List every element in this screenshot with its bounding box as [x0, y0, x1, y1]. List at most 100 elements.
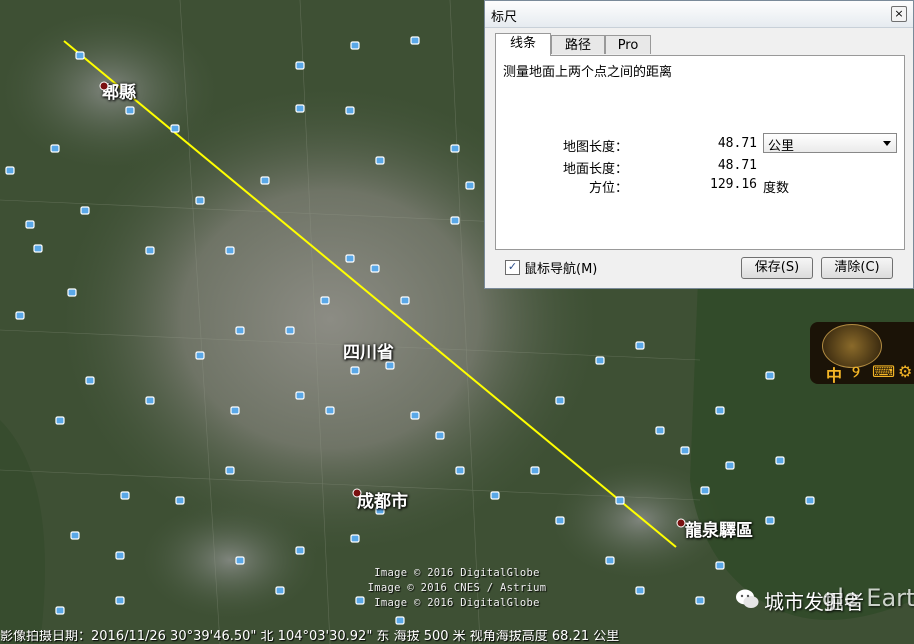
photo-marker-icon[interactable] — [635, 341, 645, 350]
photo-marker-icon[interactable] — [85, 376, 95, 385]
copyright-line-1: Image © 2016 DigitalGlobe — [374, 567, 540, 579]
photo-marker-icon[interactable] — [260, 176, 270, 185]
photo-marker-icon[interactable] — [555, 396, 565, 405]
tab-line[interactable]: 线条 — [495, 33, 551, 56]
clear-button[interactable]: 清除(C) — [821, 257, 893, 279]
photo-marker-icon[interactable] — [67, 288, 77, 297]
photo-marker-icon[interactable] — [595, 356, 605, 365]
photo-marker-icon[interactable] — [775, 456, 785, 465]
photo-marker-icon[interactable] — [70, 531, 80, 540]
photo-marker-icon[interactable] — [385, 361, 395, 370]
photo-marker-icon[interactable] — [145, 246, 155, 255]
photo-marker-icon[interactable] — [295, 391, 305, 400]
photo-marker-icon[interactable] — [410, 411, 420, 420]
tab-pro[interactable]: Pro — [605, 35, 651, 54]
photo-marker-icon[interactable] — [375, 156, 385, 165]
photo-marker-icon[interactable] — [655, 426, 665, 435]
ground-length-label: 地面长度： — [562, 162, 628, 177]
photo-marker-icon[interactable] — [55, 416, 65, 425]
punctuation-icon[interactable]: ୨ — [852, 362, 860, 382]
photo-marker-icon[interactable] — [115, 551, 125, 560]
photo-marker-icon[interactable] — [230, 406, 240, 415]
heading-unit: 度数 — [763, 181, 790, 196]
unit-select-value: 公里 — [768, 139, 795, 154]
photo-marker-icon[interactable] — [765, 516, 775, 525]
keyboard-icon[interactable]: ⌨ — [872, 362, 895, 381]
photo-marker-icon[interactable] — [33, 244, 43, 253]
heading-label: 方位： — [588, 181, 628, 196]
photo-marker-icon[interactable] — [450, 144, 460, 153]
photo-marker-icon[interactable] — [350, 41, 360, 50]
photo-marker-icon[interactable] — [320, 296, 330, 305]
place-label-sichuan: 四川省 — [343, 343, 394, 363]
photo-marker-icon[interactable] — [530, 466, 540, 475]
photo-marker-icon[interactable] — [120, 491, 130, 500]
photo-marker-icon[interactable] — [175, 496, 185, 505]
chevron-down-icon — [883, 141, 891, 146]
photo-marker-icon[interactable] — [350, 366, 360, 375]
close-icon[interactable]: × — [891, 6, 907, 22]
photo-marker-icon[interactable] — [765, 371, 775, 380]
place-label-chengdu: 成都市 — [357, 492, 408, 512]
photo-marker-icon[interactable] — [125, 106, 135, 115]
ime-chinese-icon[interactable]: 中 — [826, 362, 842, 386]
wechat-icon — [736, 589, 759, 608]
photo-marker-icon[interactable] — [295, 104, 305, 113]
photo-marker-icon[interactable] — [325, 406, 335, 415]
photo-marker-icon[interactable] — [225, 466, 235, 475]
ruler-dialog: 标尺 × 线条 路径 Pro 测量地面上两个点之间的距离 地图长度： 48.71… — [484, 0, 914, 289]
photo-marker-icon[interactable] — [25, 220, 35, 229]
settings-gear-icon[interactable]: ⚙ — [898, 362, 912, 381]
dialog-titlebar[interactable]: 标尺 × — [485, 1, 913, 28]
photo-marker-icon[interactable] — [295, 61, 305, 70]
photo-marker-icon[interactable] — [725, 461, 735, 470]
dialog-title: 标尺 — [491, 10, 518, 25]
photo-marker-icon[interactable] — [555, 516, 565, 525]
photo-marker-icon[interactable] — [715, 406, 725, 415]
photo-marker-icon[interactable] — [490, 491, 500, 500]
photo-marker-icon[interactable] — [235, 326, 245, 335]
photo-marker-icon[interactable] — [450, 216, 460, 225]
photo-marker-icon[interactable] — [680, 446, 690, 455]
mouse-navigation-checkbox[interactable]: ✓ — [505, 260, 520, 275]
place-label-pixian: 郫縣 — [102, 83, 136, 103]
ground-length-value: 48.71 — [717, 158, 757, 173]
clock-widget[interactable]: 中 ୨ ⌨ ⚙ — [810, 322, 914, 386]
photo-marker-icon[interactable] — [435, 431, 445, 440]
tab-path[interactable]: 路径 — [551, 35, 605, 54]
photo-marker-icon[interactable] — [400, 296, 410, 305]
photo-marker-icon[interactable] — [225, 246, 235, 255]
photo-marker-icon[interactable] — [605, 556, 615, 565]
photo-marker-icon[interactable] — [195, 196, 205, 205]
measurement-description: 测量地面上两个点之间的距离 — [503, 65, 673, 80]
place-label-longquanyi: 龍泉驛區 — [685, 521, 753, 541]
photo-marker-icon[interactable] — [410, 36, 420, 45]
measurement-panel: 测量地面上两个点之间的距离 地图长度： 48.71 公里 地面长度： 48.71… — [495, 55, 905, 250]
photo-marker-icon[interactable] — [350, 534, 360, 543]
photo-marker-icon[interactable] — [805, 496, 815, 505]
photo-marker-icon[interactable] — [295, 546, 305, 555]
google-earth-logo-partial: gle Earth — [822, 584, 914, 612]
photo-marker-icon[interactable] — [285, 326, 295, 335]
photo-marker-icon[interactable] — [345, 254, 355, 263]
photo-marker-icon[interactable] — [345, 106, 355, 115]
photo-marker-icon[interactable] — [370, 264, 380, 273]
photo-marker-icon[interactable] — [75, 51, 85, 60]
photo-marker-icon[interactable] — [50, 144, 60, 153]
photo-marker-icon[interactable] — [15, 311, 25, 320]
photo-marker-icon[interactable] — [395, 616, 405, 625]
mouse-navigation-label: 鼠标导航(M) — [524, 262, 598, 277]
photo-marker-icon[interactable] — [195, 351, 205, 360]
save-button[interactable]: 保存(S) — [741, 257, 813, 279]
photo-marker-icon[interactable] — [80, 206, 90, 215]
map-length-label: 地图长度： — [562, 140, 628, 155]
photo-marker-icon[interactable] — [615, 496, 625, 505]
photo-marker-icon[interactable] — [700, 486, 710, 495]
photo-marker-icon[interactable] — [5, 166, 15, 175]
photo-marker-icon[interactable] — [145, 396, 155, 405]
photo-marker-icon[interactable] — [170, 124, 180, 133]
photo-marker-icon[interactable] — [455, 466, 465, 475]
unit-select[interactable]: 公里 — [763, 133, 897, 154]
photo-marker-icon[interactable] — [235, 556, 245, 565]
photo-marker-icon[interactable] — [465, 181, 475, 190]
